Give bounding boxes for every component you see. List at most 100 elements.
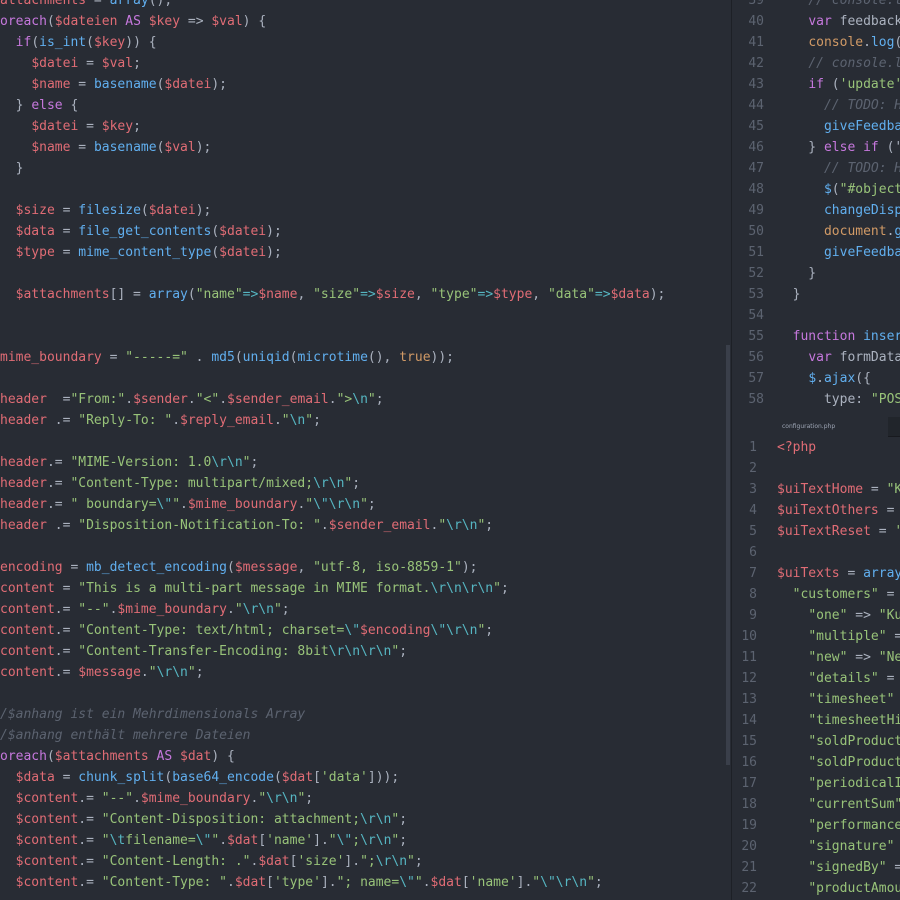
code-line[interactable]: content.= "--".$mime_boundary."\r\n";	[0, 599, 290, 620]
code-line[interactable]: "productAmou	[777, 878, 900, 899]
code-line[interactable]: // TODO: He	[777, 95, 900, 116]
code-line[interactable]: $uiTexts = array	[777, 563, 900, 584]
code-line[interactable]: "timesheetHi	[777, 710, 900, 731]
code-line[interactable]: function insert	[777, 326, 900, 347]
code-token: document	[823, 224, 887, 239]
code-line[interactable]: // console.lo	[777, 53, 900, 74]
code-line[interactable]: $datei = $key;	[0, 116, 141, 137]
code-line[interactable]: $uiTextHome = "K	[777, 479, 900, 500]
code-line[interactable]: "soldProduct	[777, 731, 900, 752]
code-line[interactable]: $data = chunk_split(base64_encode($dat['…	[0, 767, 400, 788]
code-token: "	[148, 665, 157, 680]
code-line[interactable]: header.= "MIME-Version: 1.0\r\n";	[0, 452, 258, 473]
code-line[interactable]: }	[0, 158, 24, 179]
code-token: "timesheetHi	[808, 713, 900, 728]
code-line[interactable]: $name = basename($datei);	[0, 74, 227, 95]
code-line[interactable]: "timesheet"	[777, 689, 894, 710]
code-line[interactable]: $attachments[] = array("name"=>$name, "s…	[0, 284, 666, 305]
code-line[interactable]: }	[777, 263, 816, 284]
code-line[interactable]: "customers" =	[777, 584, 895, 605]
code-token: console	[808, 35, 864, 50]
code-token: .=	[54, 623, 79, 638]
code-token: formData	[831, 350, 900, 365]
code-line[interactable]: if ('update'	[777, 74, 900, 95]
code-line[interactable]: $datei = $val;	[0, 53, 141, 74]
code-line[interactable]: header.= "Content-Type: multipart/mixed;…	[0, 473, 360, 494]
code-line[interactable]: $type = mime_content_type($datei);	[0, 242, 282, 263]
code-line[interactable]: if(is_int($key)) {	[0, 32, 157, 53]
code-line[interactable]: $data = file_get_contents($datei);	[0, 221, 282, 242]
code-line[interactable]: var formData	[777, 347, 900, 368]
code-line[interactable]: $content.= "Content-Length: .".$dat['siz…	[0, 851, 423, 872]
line-number: 45	[748, 119, 764, 134]
code-line[interactable]: "periodicalI	[777, 773, 900, 794]
code-line[interactable]: $.ajax({	[777, 368, 871, 389]
code-line[interactable]: "signedBy" =	[777, 857, 900, 878]
code-line[interactable]: "new" => "Ne	[777, 647, 900, 668]
code-line[interactable]: "soldProduct	[777, 752, 900, 773]
code-line[interactable]: /$anhang ist ein Mehrdimensionals Array	[0, 704, 305, 725]
code-line[interactable]: $name = basename($val);	[0, 137, 211, 158]
code-line[interactable]: $("#object	[777, 179, 900, 200]
code-line[interactable]: content.= "Content-Type: text/html; char…	[0, 620, 493, 641]
editor-right-top-pane[interactable]: 39 // console.lo 40 var feedback 41 consol…	[731, 0, 900, 417]
code-token: attachments	[0, 0, 87, 8]
code-line[interactable]: giveFeedbac	[777, 242, 900, 263]
code-line[interactable]: header .= "Disposition-Notification-To: …	[0, 515, 493, 536]
code-line[interactable]: $uiTextReset = '	[777, 521, 900, 542]
editor-left-pane[interactable]: attachments = array(); oreach($dateien AS…	[0, 0, 731, 900]
code-token: "one"	[808, 608, 848, 623]
code-line[interactable]: oreach($dateien AS $key => $val) {	[0, 11, 266, 32]
code-line[interactable]: attachments = array();	[0, 0, 172, 11]
code-line[interactable]: } else {	[0, 95, 79, 116]
code-line[interactable]: } else if ('	[777, 137, 900, 158]
code-line[interactable]: console.log(f	[777, 32, 900, 53]
code-line[interactable]: $content.= "Content-Disposition: attachm…	[0, 809, 407, 830]
code-line[interactable]: content = "This is a multi-part message …	[0, 578, 509, 599]
code-line[interactable]: giveFeedba	[777, 116, 900, 137]
code-line[interactable]: header .= "Reply-To: ".$reply_email."\n"…	[0, 410, 321, 431]
code-line[interactable]: oreach($attachments AS $dat) {	[0, 746, 235, 767]
code-line[interactable]: header.= " boundary=\"".$mime_boundary."…	[0, 494, 376, 515]
code-line[interactable]: "currentSum"	[777, 794, 900, 815]
editor-right-bottom-pane[interactable]: configuration.php 1 <?php 2 3 $uiTextHome = …	[731, 417, 900, 900]
code-line[interactable]: changeDispl	[777, 200, 900, 221]
code-line[interactable]: mime_boundary = "-----=" . md5(uniqid(mi…	[0, 347, 454, 368]
code-line[interactable]: $uiTextOthers =	[777, 500, 894, 521]
code-token: [] =	[109, 287, 149, 302]
code-token: \r\n	[211, 455, 243, 470]
code-line[interactable]: $content.= "Content-Type: ".$dat['type']…	[0, 872, 603, 893]
code-line[interactable]: "performance	[777, 815, 900, 836]
code-line[interactable]: $size = filesize($datei);	[0, 200, 212, 221]
code-token: (	[234, 350, 243, 365]
code-line[interactable]: // TODO: He	[777, 158, 900, 179]
code-line[interactable]: "details" =	[777, 668, 894, 689]
editor-left-scrollbar[interactable]	[726, 345, 730, 765]
line-number: 16	[741, 755, 757, 770]
code-token: );	[266, 245, 282, 260]
code-line[interactable]: content.= $message."\r\n";	[0, 662, 204, 683]
code-line[interactable]: "signature"	[777, 836, 894, 857]
code-line[interactable]: encoding = mb_detect_encoding($message, …	[0, 557, 477, 578]
code-line[interactable]: "one" => "Ku	[777, 605, 900, 626]
code-line[interactable]: var feedback	[777, 11, 900, 32]
code-line[interactable]: <?php	[777, 437, 816, 458]
code-line[interactable]: /$anhang enthält mehrere Dateien	[0, 725, 250, 746]
code-line[interactable]: document.ge	[777, 221, 900, 242]
code-line[interactable]: }	[777, 284, 801, 305]
code-line[interactable]: $content.= "\tfilename=\"".$dat['name'].…	[0, 830, 407, 851]
code-line[interactable]: type: "POST	[777, 389, 900, 410]
code-line[interactable]: $content.= "--".$mime_boundary."\r\n";	[0, 788, 313, 809]
code-line[interactable]: "multiple" =	[777, 626, 900, 647]
code-line[interactable]: content.= "Content-Transfer-Encoding: 8b…	[0, 641, 407, 662]
code-line[interactable]: header ="From:".$sender."<".$sender_emai…	[0, 389, 384, 410]
tab-configuration-php[interactable]: configuration.php	[732, 417, 888, 437]
code-line[interactable]: // console.lo	[777, 0, 900, 11]
